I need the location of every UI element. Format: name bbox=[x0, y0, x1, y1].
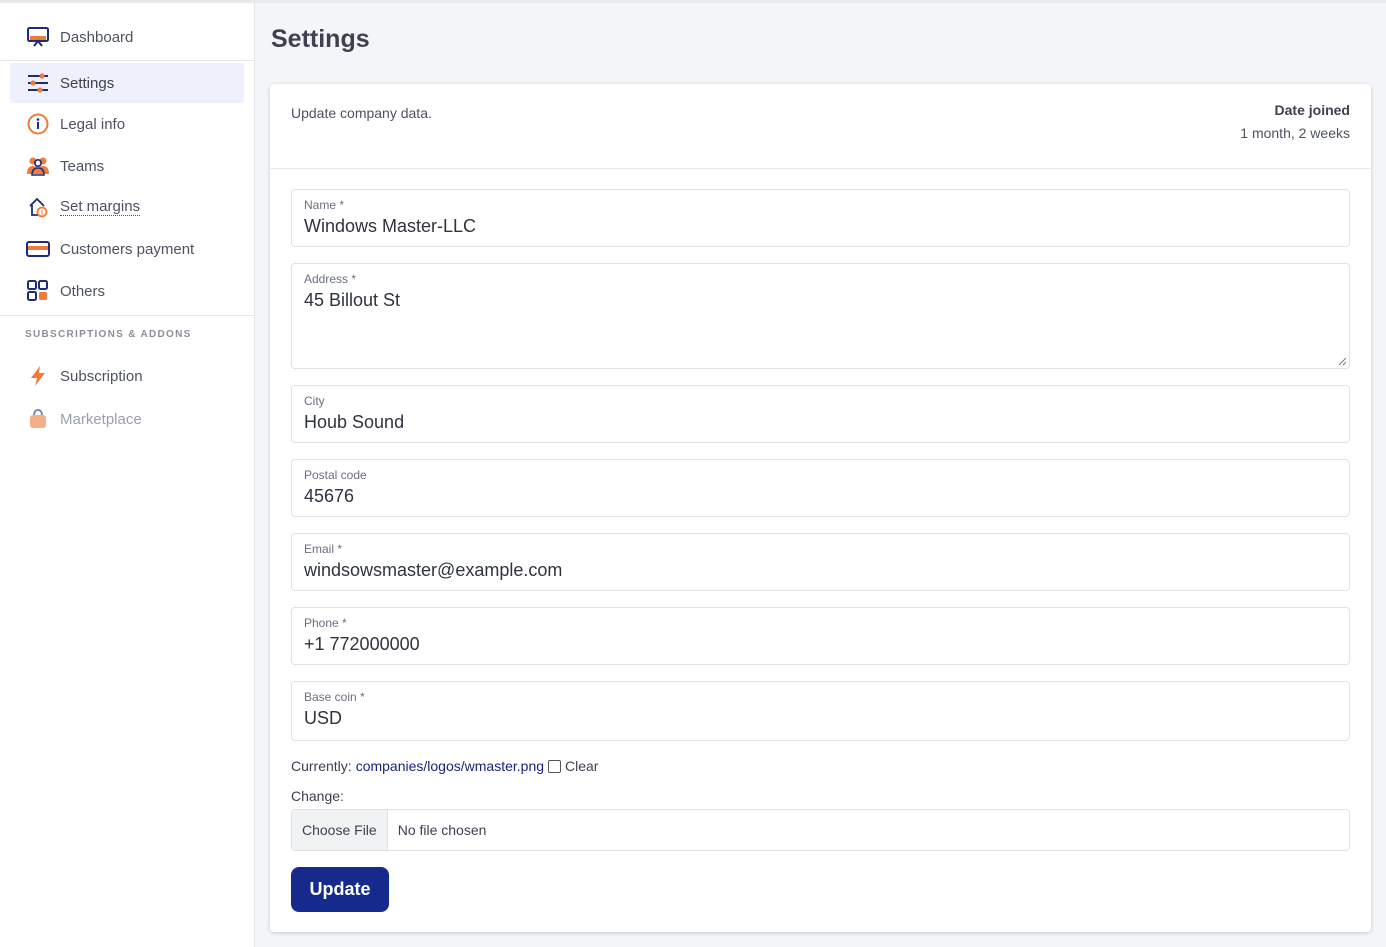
address-textarea[interactable]: 45 Billout St bbox=[304, 290, 1334, 311]
sidebar-divider bbox=[0, 315, 255, 316]
email-field[interactable]: Email * windsowsmaster@example.com bbox=[291, 533, 1350, 591]
sidebar-item-set-margins[interactable]: $ Set margins bbox=[10, 187, 244, 227]
city-label: City bbox=[304, 394, 325, 408]
address-label: Address * bbox=[304, 272, 357, 286]
email-label: Email * bbox=[304, 542, 343, 556]
phone-input[interactable]: +1 772000000 bbox=[304, 634, 1334, 655]
sidebar-item-label: Set margins bbox=[60, 198, 141, 216]
lightning-icon bbox=[26, 364, 50, 388]
name-input[interactable]: Windows Master-LLC bbox=[304, 216, 1334, 237]
date-joined-label: Date joined bbox=[1274, 102, 1350, 118]
base-coin-label: Base coin * bbox=[304, 690, 365, 704]
card-header: Update company data. Date joined 1 month… bbox=[270, 84, 1371, 169]
sidebar-item-settings[interactable]: Settings bbox=[10, 63, 244, 103]
house-tag-icon: $ bbox=[26, 195, 50, 219]
city-field[interactable]: City Houb Sound bbox=[291, 385, 1350, 443]
sidebar-section-label: Subscriptions & Addons bbox=[25, 329, 192, 340]
company-settings-card: Update company data. Date joined 1 month… bbox=[270, 84, 1371, 932]
name-field[interactable]: Name * Windows Master-LLC bbox=[291, 189, 1350, 247]
date-joined: Date joined 1 month, 2 weeks bbox=[1240, 102, 1350, 141]
base-coin-select[interactable]: USD bbox=[304, 708, 1334, 729]
phone-label: Phone * bbox=[304, 616, 347, 630]
sidebar-item-marketplace[interactable]: Marketplace bbox=[10, 399, 244, 439]
sidebar-item-label: Subscription bbox=[60, 367, 143, 385]
current-logo-row: Currently: companies/logos/wmaster.png C… bbox=[291, 758, 598, 774]
file-status: No file chosen bbox=[397, 822, 487, 838]
sidebar-item-label: Customers payment bbox=[60, 240, 195, 258]
sidebar-divider bbox=[0, 60, 255, 61]
users-icon bbox=[26, 154, 50, 178]
sidebar-item-others[interactable]: Others bbox=[10, 271, 244, 311]
sidebar-item-customers-payment[interactable]: Customers payment bbox=[10, 229, 244, 269]
postal-code-field[interactable]: Postal code 45676 bbox=[291, 459, 1350, 517]
sidebar-item-subscription[interactable]: Subscription bbox=[10, 356, 244, 396]
logo-file-input[interactable]: Choose File No file chosen bbox=[291, 809, 1350, 851]
sidebar-item-legal-info[interactable]: Legal info bbox=[10, 104, 244, 144]
postal-code-label: Postal code bbox=[304, 468, 367, 482]
clear-label: Clear bbox=[565, 758, 599, 774]
sidebar-item-label: Settings bbox=[60, 74, 115, 92]
sidebar-item-dashboard[interactable]: Dashboard bbox=[10, 17, 244, 57]
date-joined-value: 1 month, 2 weeks bbox=[1240, 125, 1350, 141]
base-coin-field[interactable]: Base coin * USD bbox=[291, 681, 1350, 741]
sidebar-item-label: Legal info bbox=[60, 115, 126, 133]
sidebar: Dashboard Settings Legal info Teams $ Se… bbox=[0, 3, 255, 947]
clear-checkbox[interactable] bbox=[548, 759, 562, 773]
email-input[interactable]: windsowsmaster@example.com bbox=[304, 560, 1334, 581]
update-button[interactable]: Update bbox=[291, 867, 389, 912]
sliders-icon bbox=[26, 71, 50, 95]
change-label: Change: bbox=[291, 788, 344, 804]
city-input[interactable]: Houb Sound bbox=[304, 412, 1334, 433]
name-label: Name * bbox=[304, 198, 345, 212]
address-field[interactable]: Address * 45 Billout St bbox=[291, 263, 1350, 369]
card-subtitle: Update company data. bbox=[291, 105, 432, 121]
credit-card-icon bbox=[26, 237, 50, 261]
monitor-icon bbox=[26, 25, 50, 49]
current-logo-link[interactable]: companies/logos/wmaster.png bbox=[356, 758, 544, 774]
svg-text:$: $ bbox=[40, 210, 44, 217]
sidebar-item-label: Others bbox=[60, 282, 106, 300]
choose-file-button[interactable]: Choose File bbox=[292, 810, 388, 850]
info-icon bbox=[26, 112, 50, 136]
currently-label: Currently: bbox=[291, 758, 352, 774]
sidebar-item-label: Marketplace bbox=[60, 410, 142, 428]
sidebar-item-label: Dashboard bbox=[60, 28, 134, 46]
shopping-bag-icon bbox=[26, 407, 50, 431]
grid-icon bbox=[26, 279, 50, 303]
sidebar-item-teams[interactable]: Teams bbox=[10, 146, 244, 186]
sidebar-item-label: Teams bbox=[60, 157, 105, 175]
phone-field[interactable]: Phone * +1 772000000 bbox=[291, 607, 1350, 665]
page-title: Settings bbox=[271, 25, 370, 53]
resize-grip-icon[interactable] bbox=[1338, 357, 1347, 366]
postal-code-input[interactable]: 45676 bbox=[304, 486, 1334, 507]
